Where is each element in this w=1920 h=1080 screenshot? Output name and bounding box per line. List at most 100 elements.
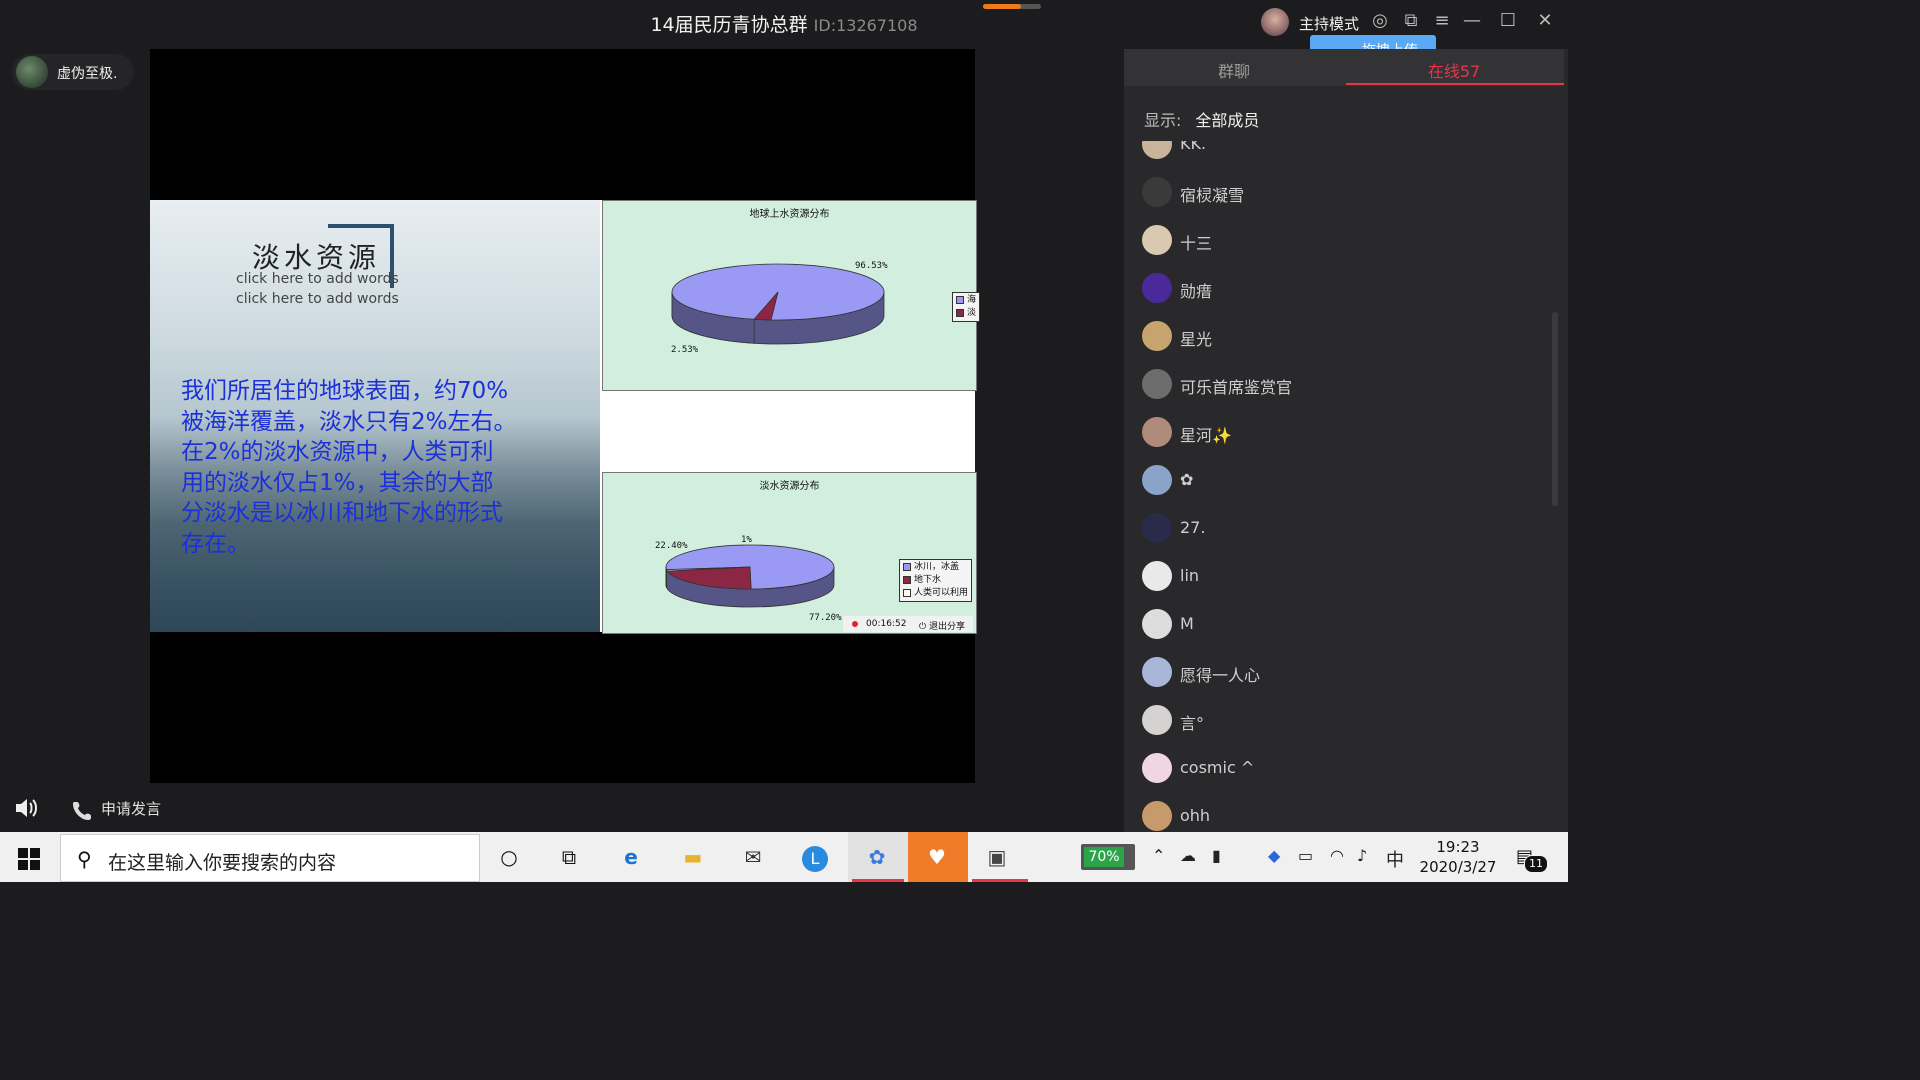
legend-item: 人类可以利用 [903,587,968,600]
body-line: 被海洋覆盖，淡水只有2%左右。 [181,408,517,435]
avatar [1142,753,1172,783]
data-label-groundwater: 22.40% [655,541,688,551]
filter-value[interactable]: 全部成员 [1195,111,1259,130]
mail-icon[interactable]: ✉ [736,841,770,873]
avatar [1142,513,1172,543]
clock-date: 2020/3/27 [1419,858,1497,876]
host-mode-label[interactable]: 主持模式 [1299,13,1359,34]
edge-browser-icon[interactable]: e [614,841,648,873]
chart-freshwater-distribution: 淡水资源分布 22.40% 1% 77.20% 冰川，冰盖 地下水 人类可以利用 [602,472,977,634]
slide-left-panel: 淡水资源 click here to add words click here … [150,200,600,632]
body-line: 存在。 [181,530,250,557]
apply-speak-button[interactable]: 申请发言 [73,798,161,820]
task-view-icon[interactable]: ⧉ [552,841,586,873]
host-avatar[interactable] [1261,8,1289,36]
avatar [1142,465,1172,495]
battery-icon[interactable]: ▭ [1298,846,1313,865]
current-speaker[interactable]: 虚伪至极. [12,54,134,90]
speaker-icon[interactable] [14,797,38,819]
clock-time: 19:23 [1436,838,1480,856]
windows-taskbar: ⚲ 在这里输入你要搜索的内容 ○ ⧉ e ▬ ✉ L ✿ ♥ ▣ 70% ⌃ ☁… [0,832,1568,882]
share-timer: 00:16:52 [866,619,907,629]
slide-subtitle-2: click here to add words [236,291,399,307]
tab-group-chat[interactable]: 群聊 [1124,58,1344,82]
file-explorer-icon[interactable]: ▬ [676,841,710,873]
data-label-usable: 1% [741,535,752,545]
pie-chart-2: 22.40% 1% 77.20% [655,535,842,623]
avatar [1142,801,1172,831]
microphone-tray-icon[interactable]: ▮ [1212,846,1221,865]
wifi-icon[interactable]: ◠ [1330,846,1344,865]
show-hidden-icons[interactable]: ⌃ [1152,846,1165,865]
apply-speak-label: 申请发言 [101,800,162,818]
member-panel: 群聊 在线57 显示: 全部成员 KK. 宿棂凝雪 十三 勋瘄 星光 可乐首席鉴赏… [1124,49,1568,832]
speaker-name: 虚伪至极. [57,66,118,82]
heart-icon: ♥ [928,845,946,869]
onedrive-icon[interactable]: ☁ [1180,846,1196,865]
body-line: 在2%的淡水资源中，人类可利 [181,439,494,465]
cortana-icon[interactable]: ○ [492,841,526,873]
tab-online[interactable]: 在线57 [1344,58,1564,82]
avatar [1142,657,1172,687]
menu-icon[interactable]: ≡ [1431,10,1453,32]
battery-widget[interactable]: 70% [1081,844,1135,870]
loading-progress [983,4,1041,9]
legend-item: 地下水 [903,574,968,587]
recording-dot-icon [852,621,858,627]
speaker-avatar [16,56,48,88]
maximize-icon[interactable]: ☐ [1497,10,1519,32]
avatar [1142,417,1172,447]
legend-item: 海 [956,294,976,307]
battery-percent: 70% [1084,847,1124,867]
panel-tabs: 群聊 在线57 [1124,49,1564,86]
dropbox-icon[interactable]: ◆ [1268,846,1280,865]
slide-body-text: 我们所居住的地球表面，约70% 被海洋覆盖，淡水只有2%左右。 在2%的淡水资源… [181,376,551,559]
taskbar-app-window[interactable]: ▣ [968,832,1028,882]
legend-item: 冰川，冰盖 [903,561,968,574]
close-icon[interactable]: ✕ [1534,10,1556,32]
avatar [1142,705,1172,735]
data-label-fresh: 2.53% [671,345,699,355]
notification-count: 11 [1524,855,1548,873]
search-placeholder: 在这里输入你要搜索的内容 [108,852,337,874]
member-list-scrollbar[interactable] [1552,312,1558,506]
avatar [1142,141,1172,159]
l-app-icon[interactable]: L [798,841,832,873]
avatar [1142,177,1172,207]
body-line: 用的淡水仅占1%，其余的大部 [181,469,494,496]
legend-item: 淡 [956,307,976,320]
chart-water-distribution: 地球上水资源分布 96.53% 2.53% 海 淡 [602,200,980,391]
avatar [1142,561,1172,591]
data-label-glacier: 77.20% [809,613,842,623]
pie-chart-1: 96.53% 2.53% [671,261,888,355]
ime-indicator[interactable]: 中 [1386,846,1404,872]
body-line: 分淡水是以冰川和地下水的形式 [181,500,503,526]
popout-icon[interactable]: ⧉ [1400,10,1422,32]
group-id: ID:13267108 [813,16,918,35]
body-line: 我们所居住的地球表面，约70% [181,378,509,404]
avatar [1142,321,1172,351]
settings-icon[interactable]: ◎ [1369,10,1391,32]
chart-legend: 海 淡 [952,292,980,322]
minimize-icon[interactable]: — [1461,10,1483,32]
exit-share-button[interactable]: ⏻ 退出分享 [919,619,965,632]
taskbar-clock[interactable]: 19:23 2020/3/27 [1418,837,1498,877]
active-tab-indicator [1346,83,1564,85]
avatar [1142,273,1172,303]
filter-label: 显示: [1144,111,1182,130]
phone-icon [73,801,91,820]
search-icon: ⚲ [77,847,92,871]
avatar [1142,609,1172,639]
notification-center-icon[interactable]: ▤ 11 [1516,846,1548,873]
avatar [1142,369,1172,399]
member-filter[interactable]: 显示: 全部成员 [1144,107,1259,131]
volume-icon[interactable]: ♪ [1357,846,1367,865]
taskbar-search-box[interactable]: ⚲ 在这里输入你要搜索的内容 [60,834,480,882]
share-status-bar: 00:16:52 ⏻ 退出分享 [843,616,973,632]
taskbar-app-active[interactable]: ✿ [848,832,908,882]
chart-legend: 冰川，冰盖 地下水 人类可以利用 [899,559,973,602]
windows-start-icon[interactable] [18,848,40,870]
group-name: 14届民历青协总群 [650,14,808,36]
slide-title: 淡水资源 [252,241,381,274]
taskbar-app-heart[interactable]: ♥ [908,832,968,882]
